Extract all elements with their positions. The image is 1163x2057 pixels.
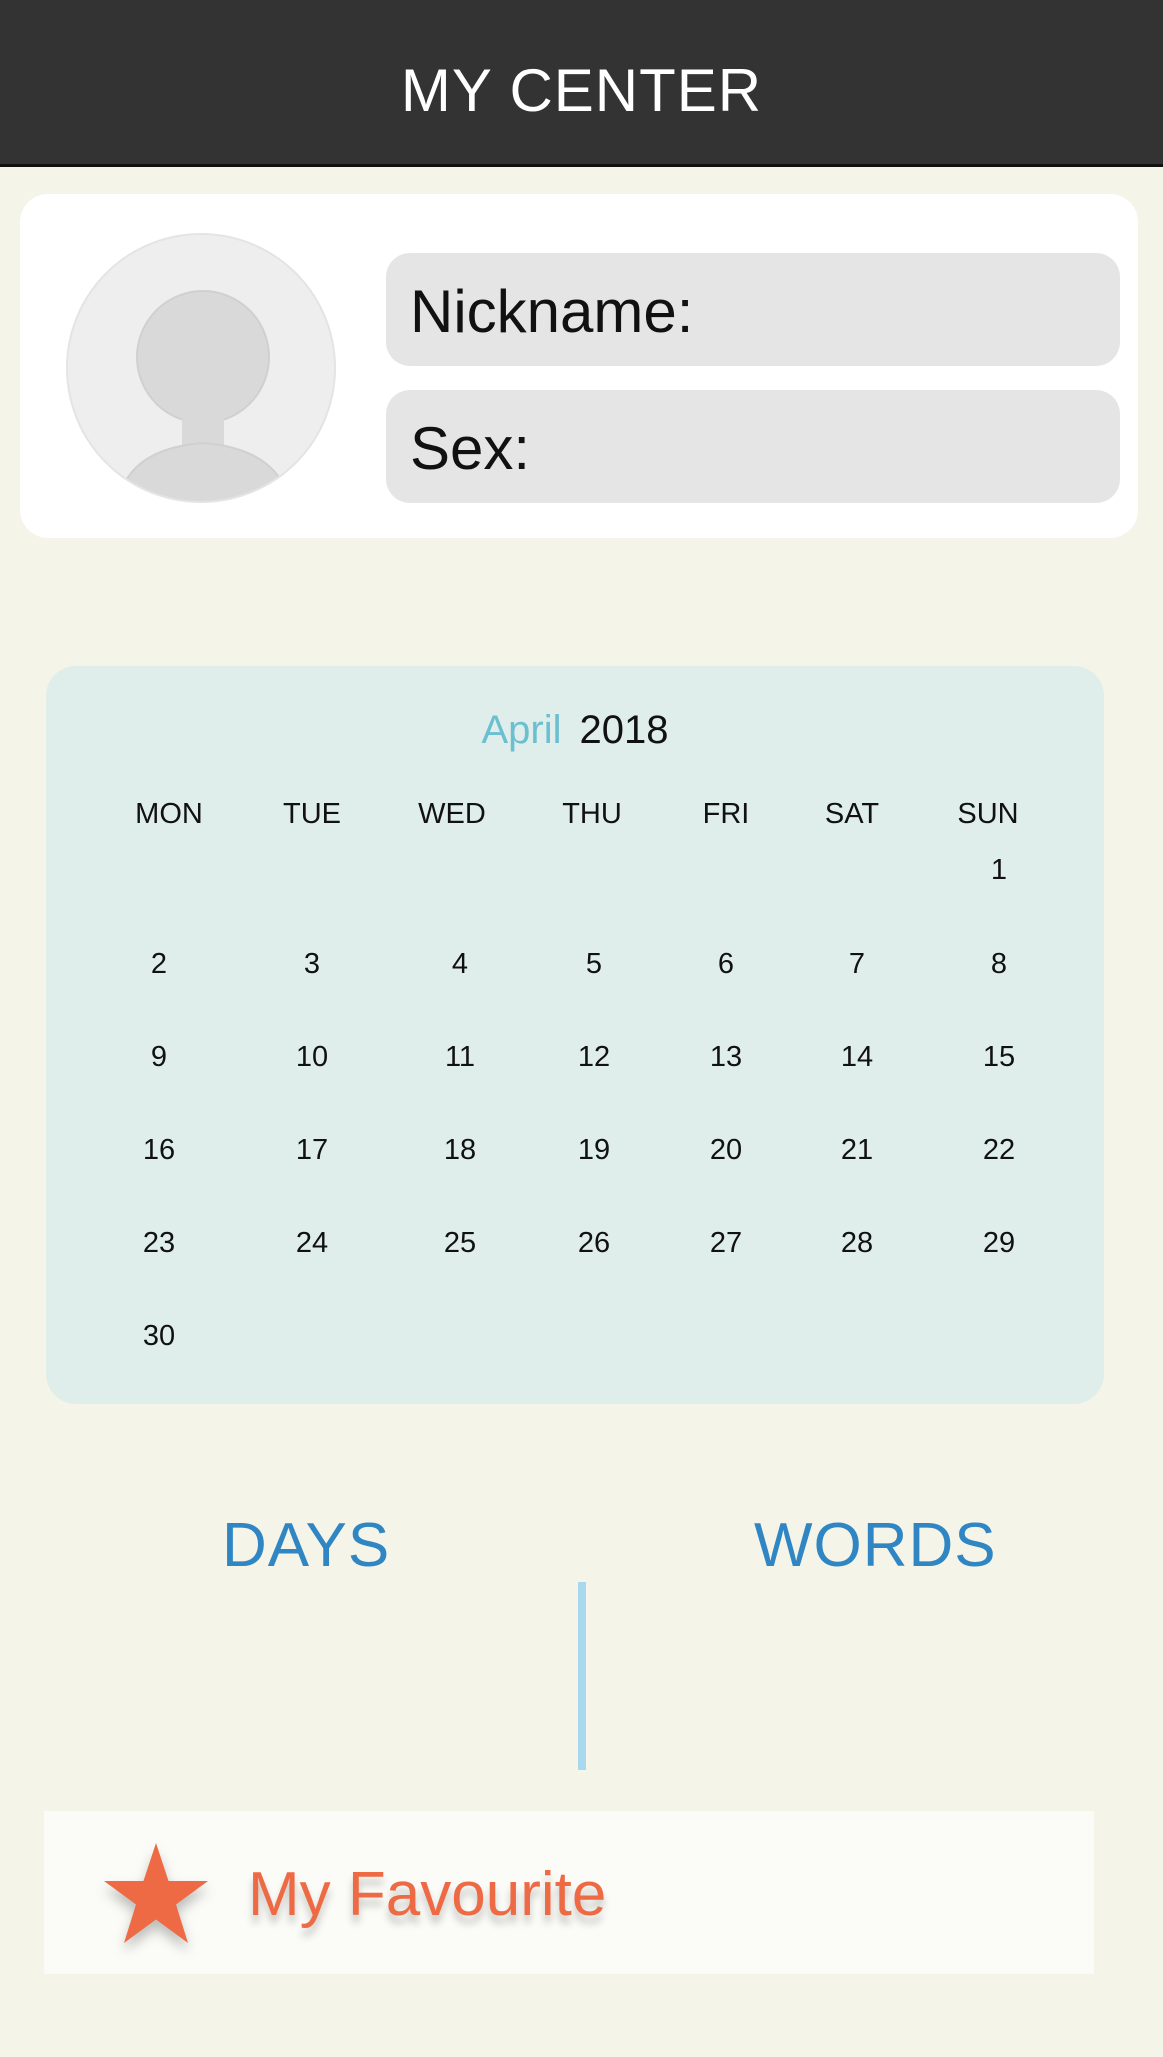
calendar-day[interactable]: 20 bbox=[666, 1132, 786, 1168]
sex-field[interactable]: Sex: bbox=[386, 390, 1120, 503]
calendar-heading: April 2018 bbox=[46, 706, 1104, 754]
calendar-day[interactable]: 6 bbox=[666, 946, 786, 982]
calendar-day[interactable]: 7 bbox=[797, 946, 917, 982]
calendar-day[interactable]: 9 bbox=[99, 1039, 219, 1075]
calendar-day[interactable]: 3 bbox=[252, 946, 372, 982]
calendar-day[interactable]: 1 bbox=[939, 852, 1059, 888]
weekday-header: TUE bbox=[283, 798, 341, 830]
calendar-day[interactable]: 15 bbox=[939, 1039, 1059, 1075]
stats-section: DAYS WORDS bbox=[0, 1490, 1163, 1790]
weekday-header: MON bbox=[135, 798, 203, 830]
calendar-day[interactable]: 16 bbox=[99, 1132, 219, 1168]
calendar-day[interactable]: 13 bbox=[666, 1039, 786, 1075]
calendar-day[interactable]: 26 bbox=[534, 1225, 654, 1261]
profile-card: Nickname: Sex: bbox=[20, 194, 1138, 538]
weekday-header: SUN bbox=[957, 798, 1019, 830]
calendar-day[interactable]: 28 bbox=[797, 1225, 917, 1261]
calendar-day[interactable]: 11 bbox=[400, 1039, 520, 1075]
calendar-day[interactable]: 14 bbox=[797, 1039, 917, 1075]
calendar-day[interactable]: 4 bbox=[400, 946, 520, 982]
stats-divider bbox=[578, 1582, 586, 1770]
calendar: April 2018 MON TUE WED THU FRI SAT SUN 12345678… bbox=[46, 666, 1104, 1404]
nickname-field[interactable]: Nickname: bbox=[386, 253, 1120, 366]
calendar-day[interactable]: 2 bbox=[99, 946, 219, 982]
calendar-day[interactable]: 24 bbox=[252, 1225, 372, 1261]
my-favourite-button[interactable]: My Favourite bbox=[44, 1811, 1094, 1974]
calendar-month: April bbox=[481, 708, 562, 752]
calendar-day[interactable]: 5 bbox=[534, 946, 654, 982]
app-header: MY CENTER bbox=[0, 0, 1163, 167]
calendar-day[interactable]: 19 bbox=[534, 1132, 654, 1168]
sex-label: Sex: bbox=[410, 415, 531, 482]
calendar-day[interactable]: 25 bbox=[400, 1225, 520, 1261]
weekday-header: SAT bbox=[824, 798, 880, 830]
nickname-label: Nickname: bbox=[410, 278, 694, 345]
weekday-header: FRI bbox=[702, 798, 750, 830]
weekday-header: THU bbox=[562, 798, 622, 830]
calendar-day[interactable]: 22 bbox=[939, 1132, 1059, 1168]
star-icon bbox=[104, 1843, 208, 1943]
calendar-day[interactable]: 30 bbox=[99, 1318, 219, 1354]
calendar-day[interactable]: 10 bbox=[252, 1039, 372, 1075]
calendar-year: 2018 bbox=[579, 708, 669, 752]
calendar-day[interactable]: 12 bbox=[534, 1039, 654, 1075]
page-title: MY CENTER bbox=[400, 57, 763, 124]
calendar-day[interactable]: 23 bbox=[99, 1225, 219, 1261]
days-tab[interactable]: DAYS bbox=[222, 1510, 390, 1582]
avatar[interactable] bbox=[66, 233, 336, 503]
user-avatar-placeholder-icon bbox=[117, 290, 291, 501]
weekday-header: WED bbox=[418, 798, 486, 830]
calendar-day[interactable]: 17 bbox=[252, 1132, 372, 1168]
calendar-day[interactable]: 27 bbox=[666, 1225, 786, 1261]
calendar-day[interactable]: 29 bbox=[939, 1225, 1059, 1261]
words-tab[interactable]: WORDS bbox=[754, 1510, 997, 1582]
calendar-day[interactable]: 21 bbox=[797, 1132, 917, 1168]
calendar-day[interactable]: 8 bbox=[939, 946, 1059, 982]
calendar-day[interactable]: 18 bbox=[400, 1132, 520, 1168]
my-favourite-label: My Favourite bbox=[248, 1860, 607, 1929]
